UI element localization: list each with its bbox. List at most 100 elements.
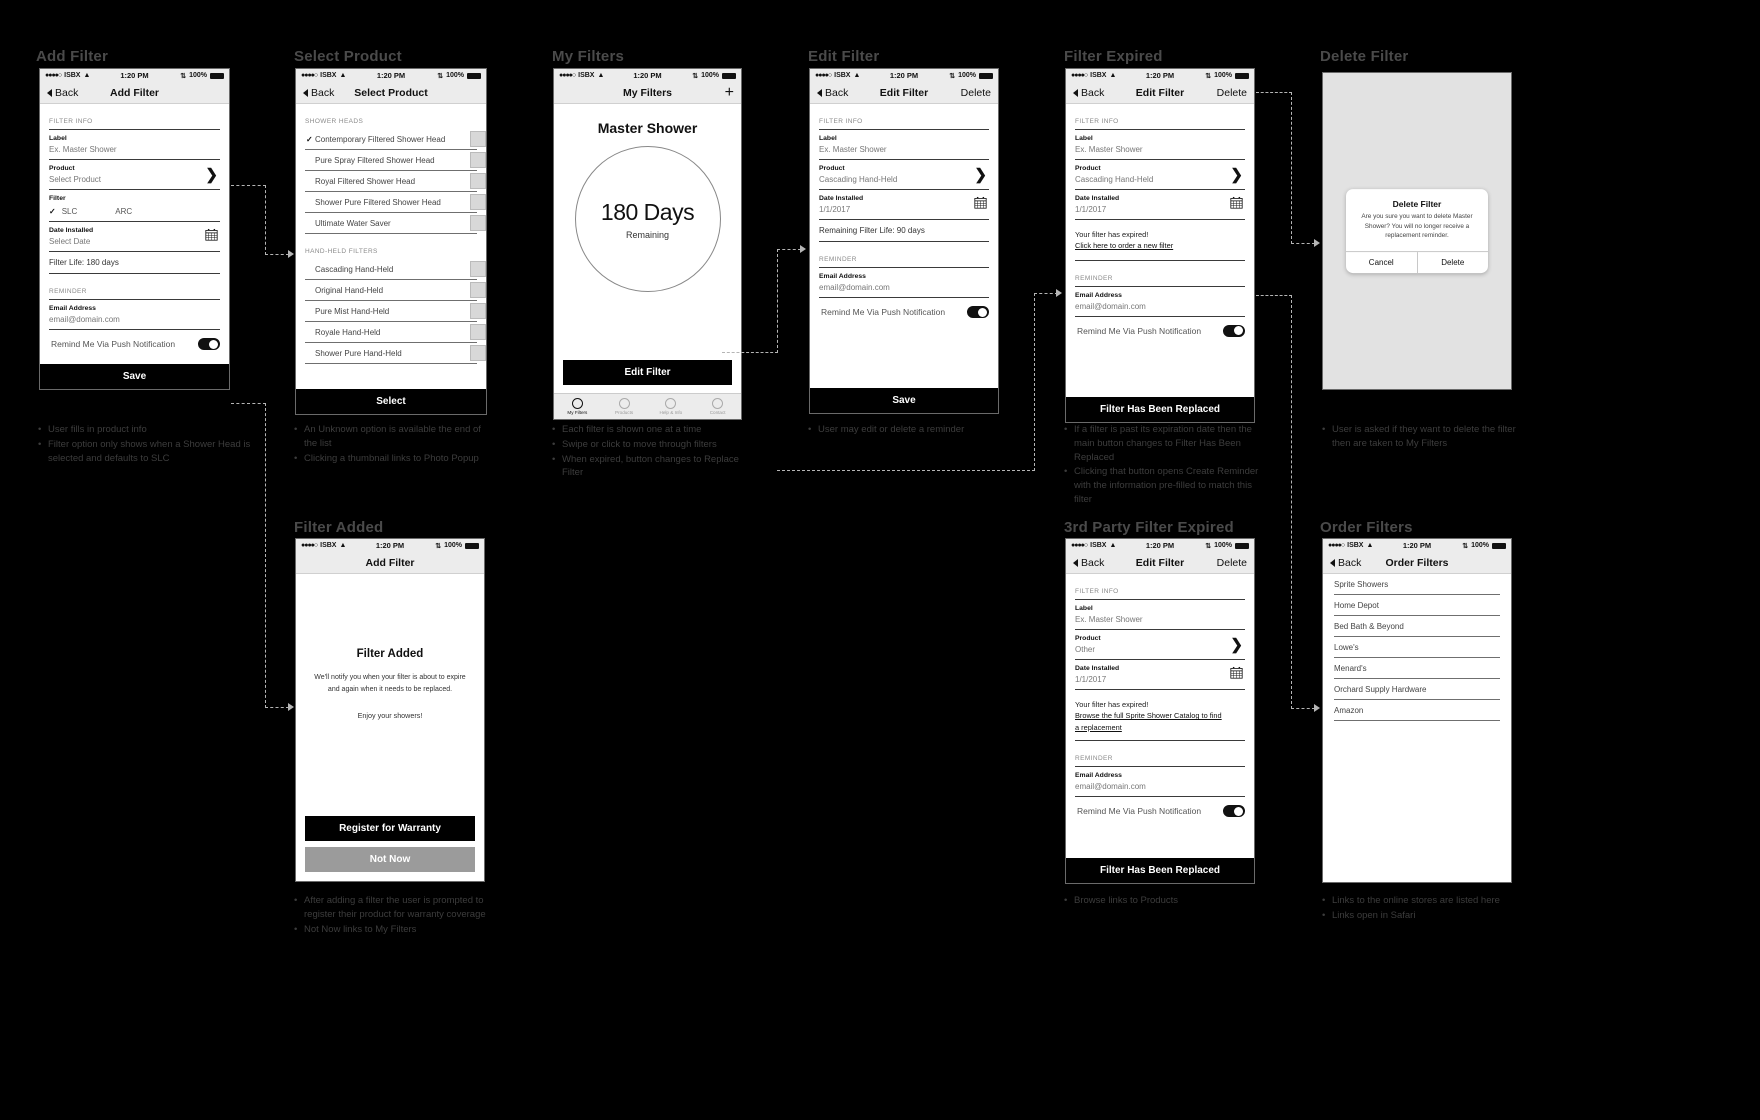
- field-email[interactable]: Email Address email@domain.com: [1075, 287, 1245, 317]
- tab-products[interactable]: Products: [601, 398, 648, 415]
- back-button[interactable]: Back: [1073, 557, 1104, 569]
- chevron-right-icon[interactable]: ❯: [974, 167, 987, 182]
- field-date-installed[interactable]: Date Installed 1/1/2017: [819, 190, 989, 220]
- back-button[interactable]: Back: [1330, 557, 1361, 569]
- chevron-right-icon[interactable]: ❯: [1230, 167, 1243, 182]
- field-product[interactable]: Product Other ❯: [1075, 630, 1245, 660]
- phone-filter-expired: ●●●●○ ISBX ▲ 1:20 PM ⇅ 100% Back Edit Fi…: [1065, 68, 1255, 423]
- register-warranty-button[interactable]: Register for Warranty: [305, 816, 475, 841]
- product-thumbnail[interactable]: [470, 131, 486, 147]
- delete-button[interactable]: Delete: [961, 87, 991, 99]
- field-email[interactable]: Email Address email@domain.com: [1075, 767, 1245, 798]
- store-link[interactable]: Bed Bath & Beyond: [1334, 622, 1404, 631]
- field-product-value: Select Product: [49, 175, 102, 184]
- list-item[interactable]: Home Depot: [1334, 595, 1500, 616]
- push-notification-toggle[interactable]: [1223, 805, 1245, 818]
- browse-catalog-link-cont[interactable]: a replacement: [1075, 722, 1245, 733]
- push-notification-row[interactable]: Remind Me Via Push Notification: [819, 298, 989, 326]
- back-button[interactable]: Back: [303, 87, 334, 99]
- list-item[interactable]: Lowe's: [1334, 637, 1500, 658]
- list-item[interactable]: Ultimate Water Saver: [305, 213, 486, 234]
- push-notification-toggle[interactable]: [198, 338, 220, 350]
- list-item[interactable]: Bed Bath & Beyond: [1334, 616, 1500, 637]
- field-product[interactable]: Product Cascading Hand-Held ❯: [819, 160, 989, 190]
- list-item[interactable]: Royale Hand-Held: [305, 322, 486, 343]
- product-thumbnail[interactable]: [470, 194, 486, 210]
- browse-catalog-link[interactable]: Browse the full Sprite Shower Catalog to…: [1075, 710, 1245, 721]
- back-button[interactable]: Back: [47, 87, 78, 99]
- back-button[interactable]: Back: [817, 87, 848, 99]
- chevron-right-icon[interactable]: ❯: [1230, 637, 1243, 652]
- product-thumbnail[interactable]: [470, 324, 486, 340]
- store-link[interactable]: Menard's: [1334, 664, 1367, 673]
- chevron-right-icon[interactable]: ❯: [205, 167, 218, 182]
- save-button[interactable]: Save: [40, 364, 229, 389]
- store-link[interactable]: Amazon: [1334, 706, 1363, 715]
- tab-help-info[interactable]: Help & Info: [648, 398, 695, 415]
- calendar-icon[interactable]: [1230, 666, 1243, 684]
- field-label[interactable]: Label Ex. Master Shower: [1075, 600, 1245, 630]
- product-list: SHOWER HEADS ✓ Contemporary Filtered Sho…: [296, 104, 486, 364]
- calendar-icon[interactable]: [974, 196, 987, 214]
- product-thumbnail[interactable]: [470, 215, 486, 231]
- cancel-button[interactable]: Cancel: [1346, 252, 1417, 273]
- add-filter-button[interactable]: +: [725, 84, 734, 101]
- list-item[interactable]: Orchard Supply Hardware: [1334, 679, 1500, 700]
- list-item[interactable]: Shower Pure Hand-Held: [305, 343, 486, 364]
- tab-my-filters[interactable]: My Filters: [554, 398, 601, 415]
- list-item[interactable]: Royal Filtered Shower Head: [305, 171, 486, 192]
- connector-segment: [777, 249, 801, 250]
- list-item[interactable]: Menard's: [1334, 658, 1500, 679]
- field-date-installed[interactable]: Date Installed 1/1/2017: [1075, 660, 1245, 690]
- product-thumbnail[interactable]: [470, 303, 486, 319]
- list-item[interactable]: Original Hand-Held: [305, 280, 486, 301]
- filter-replaced-button[interactable]: Filter Has Been Replaced: [1066, 397, 1254, 422]
- field-date-installed[interactable]: Date Installed 1/1/2017: [1075, 190, 1245, 220]
- order-new-filter-link[interactable]: Click here to order a new filter: [1075, 240, 1245, 251]
- field-filter-type[interactable]: Filter ✓ SLC ARC: [49, 190, 220, 222]
- product-thumbnail[interactable]: [470, 173, 486, 189]
- field-email[interactable]: Email Address email@domain.com: [819, 268, 989, 298]
- delete-button[interactable]: Delete: [1217, 557, 1247, 569]
- filter-option-slc[interactable]: SLC: [62, 207, 78, 216]
- field-email[interactable]: Email Address email@domain.com: [49, 300, 220, 330]
- list-item[interactable]: Pure Mist Hand-Held: [305, 301, 486, 322]
- push-notification-row[interactable]: Remind Me Via Push Notification: [49, 330, 220, 358]
- confirm-delete-button[interactable]: Delete: [1416, 251, 1489, 273]
- product-thumbnail[interactable]: [470, 345, 486, 361]
- store-link[interactable]: Orchard Supply Hardware: [1334, 685, 1426, 694]
- product-thumbnail[interactable]: [470, 152, 486, 168]
- calendar-icon[interactable]: [205, 228, 218, 246]
- back-button[interactable]: Back: [1073, 87, 1104, 99]
- list-item[interactable]: Sprite Showers: [1334, 574, 1500, 595]
- store-link[interactable]: Lowe's: [1334, 643, 1359, 652]
- list-item[interactable]: Shower Pure Filtered Shower Head: [305, 192, 486, 213]
- select-button[interactable]: Select: [296, 389, 486, 414]
- product-thumbnail[interactable]: [470, 282, 486, 298]
- field-product[interactable]: Product Select Product ❯: [49, 160, 220, 190]
- product-thumbnail[interactable]: [470, 261, 486, 277]
- push-notification-row[interactable]: Remind Me Via Push Notification: [1075, 317, 1245, 345]
- list-item[interactable]: ✓ Contemporary Filtered Shower Head: [305, 129, 486, 150]
- filter-replaced-button[interactable]: Filter Has Been Replaced: [1066, 858, 1254, 883]
- field-label[interactable]: Label Ex. Master Shower: [1075, 130, 1245, 160]
- push-notification-toggle[interactable]: [1223, 324, 1245, 337]
- list-item[interactable]: Pure Spray Filtered Shower Head: [305, 150, 486, 171]
- edit-filter-button[interactable]: Edit Filter: [563, 360, 732, 385]
- field-label[interactable]: Label Ex. Master Shower: [819, 130, 989, 160]
- field-product[interactable]: Product Cascading Hand-Held ❯: [1075, 160, 1245, 190]
- save-button[interactable]: Save: [810, 388, 998, 413]
- calendar-icon[interactable]: [1230, 196, 1243, 214]
- push-notification-toggle[interactable]: [967, 306, 989, 318]
- filter-option-arc[interactable]: ARC: [115, 207, 132, 216]
- field-date-installed[interactable]: Date Installed Select Date: [49, 222, 220, 252]
- push-notification-row[interactable]: Remind Me Via Push Notification: [1075, 797, 1245, 825]
- field-label[interactable]: Label Ex. Master Shower: [49, 130, 220, 160]
- delete-button[interactable]: Delete: [1217, 87, 1247, 99]
- store-link[interactable]: Sprite Showers: [1334, 580, 1388, 589]
- tab-contact[interactable]: Contact: [694, 398, 741, 415]
- store-link[interactable]: Home Depot: [1334, 601, 1379, 610]
- not-now-button[interactable]: Not Now: [305, 847, 475, 872]
- list-item[interactable]: Cascading Hand-Held: [305, 259, 486, 280]
- list-item[interactable]: Amazon: [1334, 700, 1500, 721]
